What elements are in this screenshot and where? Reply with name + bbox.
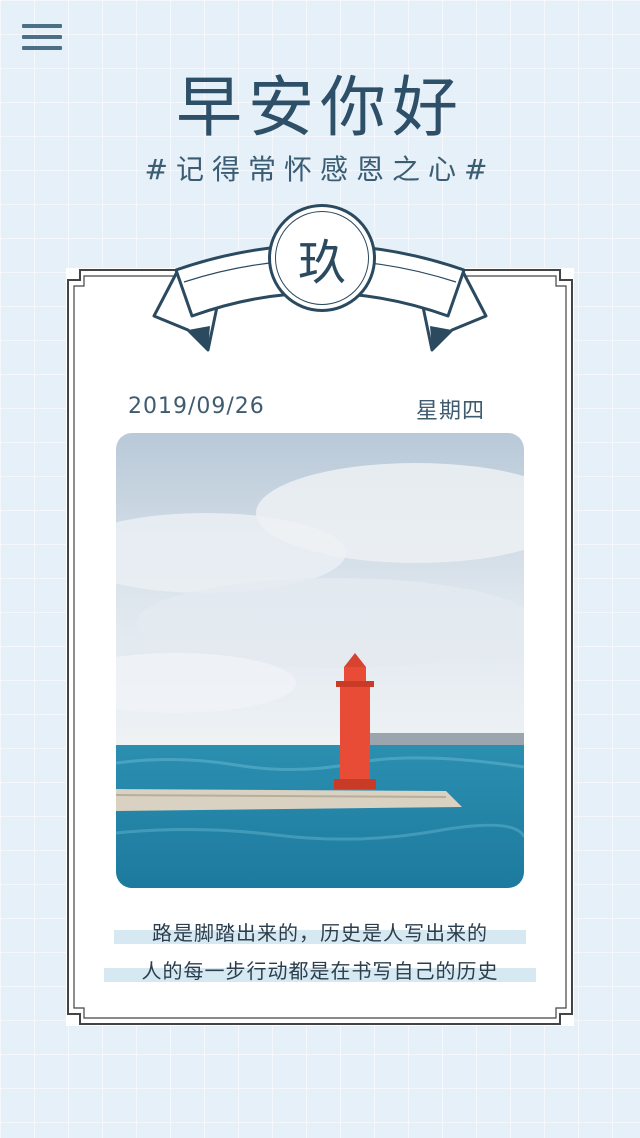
lighthouse-photo bbox=[116, 433, 524, 888]
quote-line-1: 路是脚踏出来的，历史是人写出来的 bbox=[152, 921, 488, 945]
day-seal: 玖 bbox=[268, 204, 376, 312]
quote-line-2: 人的每一步行动都是在书写自己的历史 bbox=[141, 959, 499, 983]
weekday-label: 星期四 bbox=[416, 399, 486, 424]
page-title: 早安你好 bbox=[176, 69, 464, 146]
hamburger-menu-icon[interactable] bbox=[22, 24, 62, 50]
date-label: 2019/09/26 bbox=[128, 394, 265, 419]
seal-character: 玖 bbox=[275, 211, 369, 305]
page-subtitle: #记得常怀感恩之心# bbox=[144, 153, 496, 186]
